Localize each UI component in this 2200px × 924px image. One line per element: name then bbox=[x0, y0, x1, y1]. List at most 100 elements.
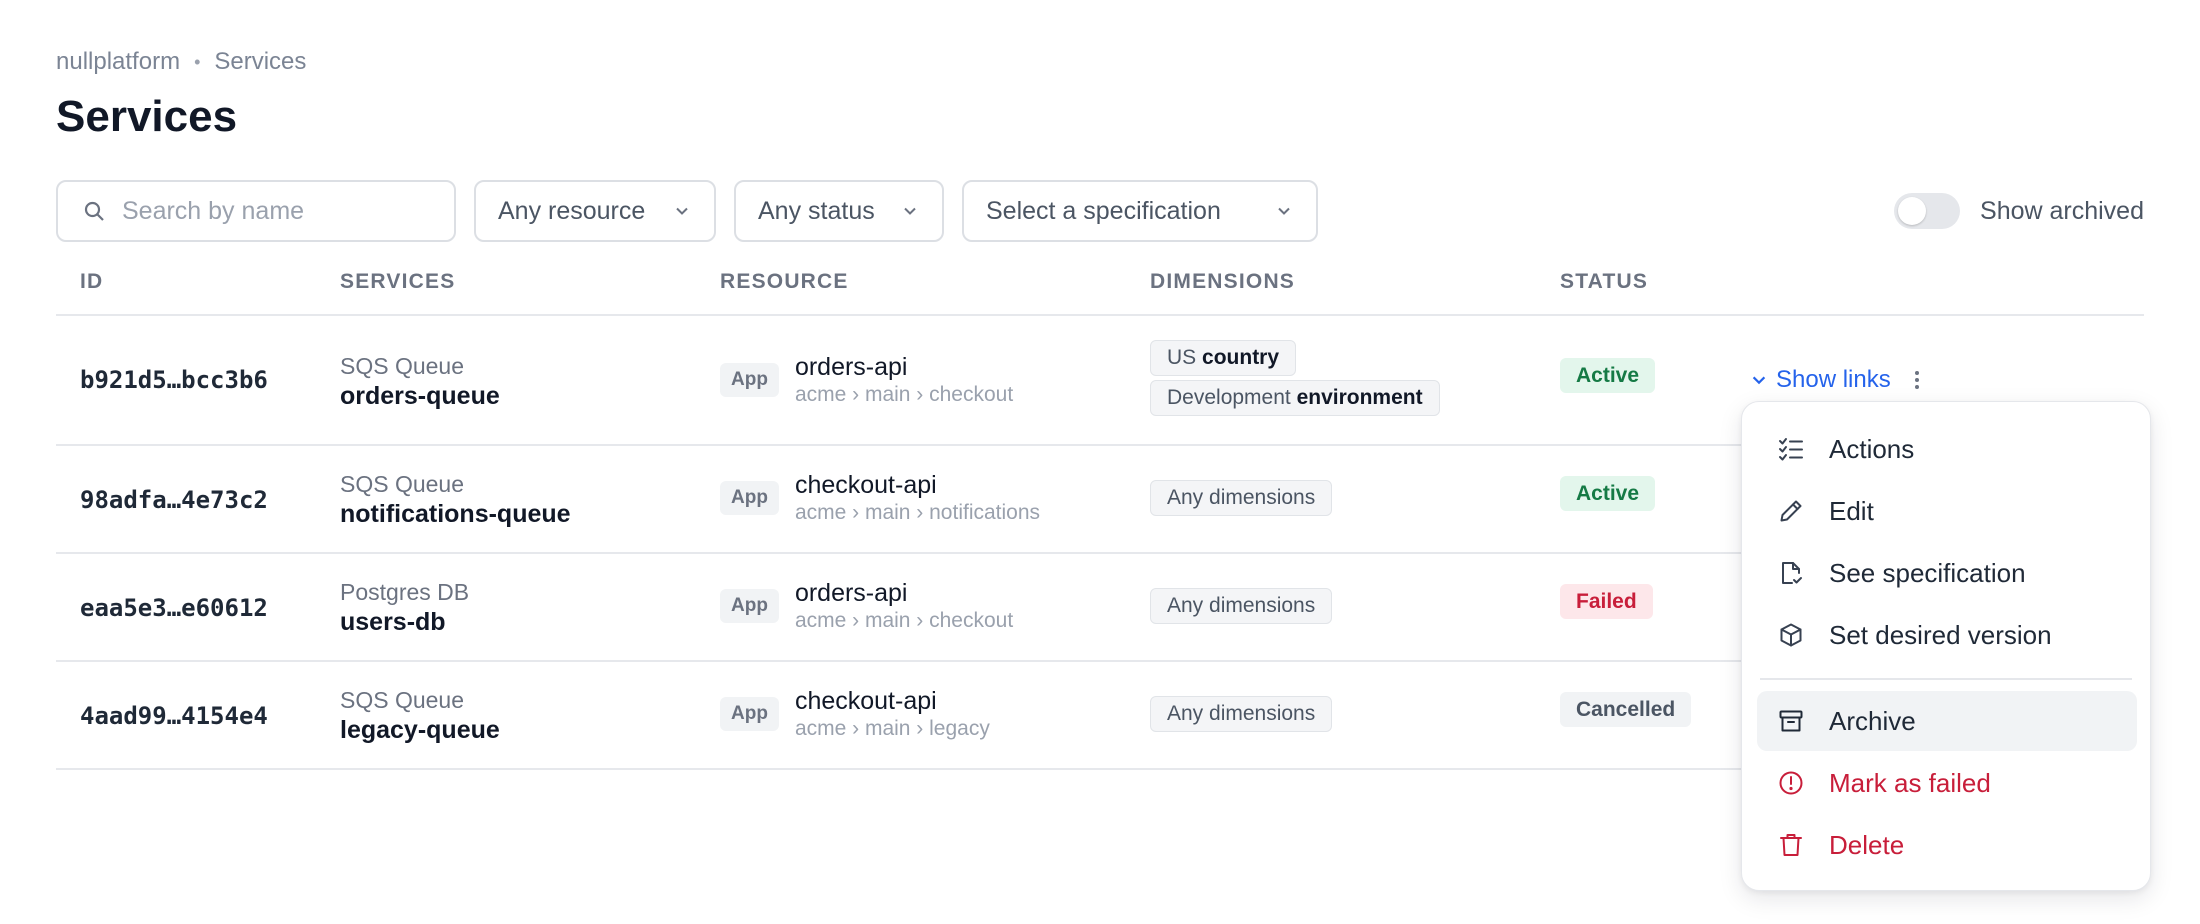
search-box[interactable] bbox=[56, 180, 456, 242]
menu-item-label: Actions bbox=[1829, 433, 1915, 464]
service-cell: Postgres DB users-db bbox=[340, 578, 469, 637]
resource-cell: App orders-api acme › main › checkout bbox=[720, 352, 1013, 408]
dimensions-cell: Any dimensions bbox=[1150, 480, 1333, 516]
service-type: Postgres DB bbox=[340, 579, 470, 605]
menu-item-mark-as-failed[interactable]: Mark as failed bbox=[1757, 753, 2137, 813]
specification-filter-value: Select a specification bbox=[986, 196, 1221, 225]
service-name[interactable]: notifications-queue bbox=[340, 499, 571, 529]
page-title: Services bbox=[56, 92, 238, 141]
filter-bar: Any resource Any status Select a specifi… bbox=[56, 180, 2144, 242]
resource-name[interactable]: checkout-api bbox=[795, 470, 1040, 500]
row-actions-menu: Actions Edit See specification Set desir… bbox=[1741, 401, 2151, 891]
service-id[interactable]: b921d5…bcc3b6 bbox=[80, 366, 268, 394]
resource-name[interactable]: checkout-api bbox=[795, 686, 990, 716]
service-cell: SQS Queue legacy-queue bbox=[340, 686, 500, 745]
file-spec-icon bbox=[1782, 562, 1802, 584]
service-id[interactable]: eaa5e3…e60612 bbox=[80, 594, 268, 622]
menu-divider bbox=[1760, 678, 2132, 680]
service-name[interactable]: legacy-queue bbox=[340, 715, 500, 745]
service-name[interactable]: orders-queue bbox=[340, 381, 500, 411]
service-cell: SQS Queue orders-queue bbox=[340, 352, 500, 411]
column-header-services[interactable]: SERVICES bbox=[340, 270, 455, 294]
breadcrumb-current: Services bbox=[214, 48, 307, 75]
column-header-status[interactable]: STATUS bbox=[1560, 270, 1648, 294]
breadcrumb-separator: • bbox=[194, 51, 201, 72]
service-type: SQS Queue bbox=[340, 687, 465, 713]
dimension-chip: Any dimensions bbox=[1150, 588, 1333, 624]
column-header-dimensions[interactable]: DIMENSIONS bbox=[1150, 270, 1295, 294]
box-icon bbox=[1780, 623, 1802, 647]
chevron-down-icon bbox=[904, 207, 916, 215]
menu-item-actions[interactable]: Actions bbox=[1757, 419, 2137, 479]
service-id[interactable]: 98adfa…4e73c2 bbox=[80, 486, 268, 514]
service-cell: SQS Queue notifications-queue bbox=[340, 470, 571, 529]
status-filter-select[interactable]: Any status bbox=[734, 180, 944, 242]
service-type: SQS Queue bbox=[340, 471, 465, 497]
search-input[interactable] bbox=[122, 196, 422, 226]
status-cell: Failed bbox=[1560, 584, 1653, 619]
service-type: SQS Queue bbox=[340, 353, 465, 379]
dimension-value: Development bbox=[1167, 386, 1291, 409]
dimensions-cell: US country Development environment bbox=[1150, 340, 1440, 416]
menu-item-label: Delete bbox=[1829, 829, 1905, 860]
menu-item-see-specification[interactable]: See specification bbox=[1757, 543, 2137, 603]
breadcrumb-org[interactable]: nullplatform bbox=[56, 48, 180, 76]
menu-item-edit[interactable]: Edit bbox=[1757, 481, 2137, 541]
resource-path: acme › main › checkout bbox=[794, 383, 1014, 406]
show-archived-control: Show archived bbox=[1894, 180, 2144, 242]
menu-item-label: Archive bbox=[1829, 705, 1916, 736]
resource-type-tag: App bbox=[720, 697, 779, 731]
resource-name[interactable]: orders-api bbox=[795, 352, 1013, 382]
status-badge: Failed bbox=[1560, 584, 1653, 619]
toggle-knob bbox=[1898, 197, 1927, 225]
chevron-down-icon bbox=[1278, 207, 1290, 215]
dimensions-cell: Any dimensions bbox=[1150, 588, 1333, 624]
show-archived-toggle[interactable] bbox=[1894, 193, 1961, 229]
table-header: ID SERVICES RESOURCE DIMENSIONS STATUS bbox=[56, 256, 2144, 316]
resource-path: acme › main › legacy bbox=[794, 717, 990, 740]
column-header-resource[interactable]: RESOURCE bbox=[720, 270, 849, 294]
pencil-icon bbox=[1780, 500, 1802, 522]
column-header-id[interactable]: ID bbox=[80, 270, 103, 294]
menu-item-label: Mark as failed bbox=[1829, 767, 1991, 798]
status-badge: Active bbox=[1560, 476, 1656, 511]
service-name[interactable]: users-db bbox=[340, 607, 469, 637]
status-badge: Cancelled bbox=[1560, 692, 1692, 727]
more-options-icon[interactable] bbox=[1914, 371, 1921, 389]
resource-type-tag: App bbox=[720, 481, 779, 515]
menu-item-delete[interactable]: Delete bbox=[1757, 815, 2137, 875]
resource-path: acme › main › checkout bbox=[794, 609, 1014, 632]
resource-type-tag: App bbox=[720, 363, 779, 397]
status-cell: Cancelled bbox=[1560, 692, 1692, 727]
resource-filter-select[interactable]: Any resource bbox=[474, 180, 716, 242]
menu-item-set-desired-version[interactable]: Set desired version bbox=[1757, 605, 2137, 665]
resource-cell: App orders-api acme › main › checkout bbox=[720, 578, 1013, 634]
chevron-down-icon bbox=[676, 207, 688, 215]
specification-filter-select[interactable]: Select a specification bbox=[962, 180, 1318, 242]
status-filter-value: Any status bbox=[758, 196, 875, 225]
resource-path: acme › main › notifications bbox=[794, 501, 1041, 524]
menu-item-label: Edit bbox=[1829, 495, 1874, 526]
status-cell: Active bbox=[1560, 476, 1656, 511]
show-links-button[interactable]: Show links bbox=[1750, 366, 1921, 394]
dimension-key: country bbox=[1202, 346, 1280, 369]
chevron-down-icon bbox=[1752, 376, 1766, 385]
resource-type-tag: App bbox=[720, 589, 779, 623]
search-icon bbox=[84, 201, 104, 221]
menu-item-label: Set desired version bbox=[1829, 619, 2052, 650]
dimension-key: environment bbox=[1296, 386, 1423, 409]
alert-circle-icon bbox=[1779, 771, 1803, 795]
resource-name[interactable]: orders-api bbox=[795, 578, 1013, 608]
dimension-value: US bbox=[1167, 346, 1197, 369]
archive-icon bbox=[1779, 710, 1803, 732]
dimension-chip: Any dimensions bbox=[1150, 480, 1333, 516]
resource-filter-value: Any resource bbox=[498, 196, 646, 225]
service-id[interactable]: 4aad99…4154e4 bbox=[80, 702, 268, 730]
resource-cell: App checkout-api acme › main › notificat… bbox=[720, 470, 1040, 526]
menu-item-label: See specification bbox=[1829, 557, 2026, 588]
list-checks-icon bbox=[1779, 438, 1803, 461]
status-cell: Active bbox=[1560, 358, 1656, 393]
menu-item-archive[interactable]: Archive bbox=[1757, 691, 2137, 751]
dimension-chip: Development environment bbox=[1150, 380, 1440, 416]
resource-cell: App checkout-api acme › main › legacy bbox=[720, 686, 990, 742]
